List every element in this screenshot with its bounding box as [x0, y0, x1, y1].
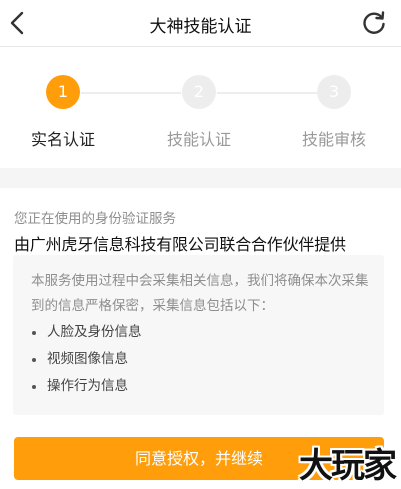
list-item: 人脸及身份信息: [13, 319, 142, 346]
page-title: 大神技能认证: [149, 17, 252, 37]
step-label: 技能认证: [166, 130, 231, 149]
list-item-label: 操作行为信息: [47, 378, 128, 394]
progress-steps: 1 实名认证 2 技能认证 3 技能审核: [0, 47, 401, 168]
step-label: 实名认证: [30, 130, 95, 149]
refresh-icon: [363, 11, 385, 34]
list-item-label: 人脸及身份信息: [47, 324, 142, 340]
step-number: 3: [317, 75, 351, 109]
bullet-icon: [32, 331, 36, 335]
bullet-icon: [32, 385, 36, 389]
watermark-logo: 大玩家: [299, 446, 397, 486]
service-subtitle: 您正在使用的身份验证服务: [14, 211, 176, 227]
collected-info-list: 人脸及身份信息 视频图像信息 操作行为信息: [13, 319, 142, 400]
info-box: 本服务使用过程中会采集相关信息，我们将确保本次采集到的信息严格保密，采集信息包括…: [13, 255, 384, 415]
step-number: 1: [46, 75, 80, 109]
step-review: 3 技能审核: [274, 75, 394, 150]
list-item: 视频图像信息: [13, 346, 142, 373]
refresh-button[interactable]: [361, 10, 387, 36]
list-item-label: 视频图像信息: [47, 351, 128, 367]
step-real-name: 1 实名认证: [3, 75, 123, 150]
list-item: 操作行为信息: [13, 373, 142, 400]
step-skill: 2 技能认证: [139, 75, 259, 150]
bullet-icon: [32, 358, 36, 362]
info-description: 本服务使用过程中会采集相关信息，我们将确保本次采集到的信息严格保密，采集信息包括…: [31, 273, 369, 314]
app-header: 大神技能认证: [0, 0, 401, 47]
step-label: 技能审核: [301, 130, 366, 149]
step-number: 2: [182, 75, 216, 109]
service-provider: 由广州虎牙信息科技有限公司联合合作伙伴提供: [14, 235, 346, 254]
